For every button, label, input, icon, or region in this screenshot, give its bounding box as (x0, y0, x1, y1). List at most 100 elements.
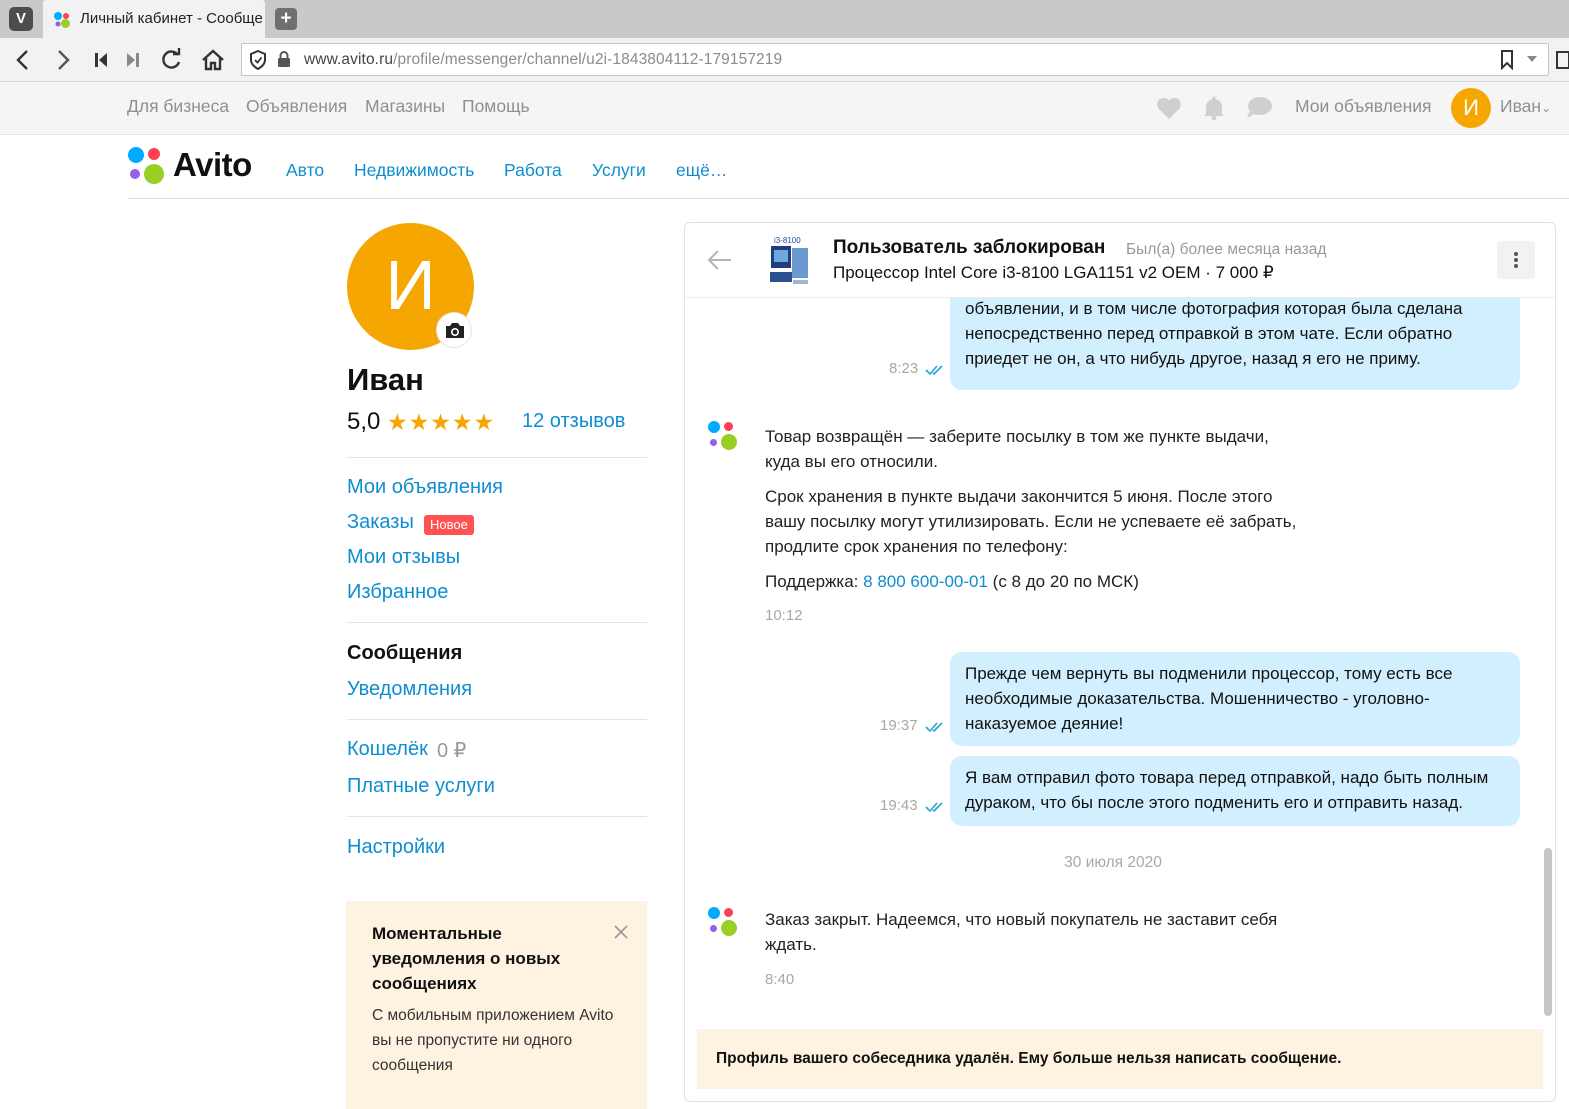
camera-icon (446, 323, 464, 338)
outgoing-message: объявлении, и в том числе фотография кот… (950, 298, 1520, 390)
message-time: 10:12 (765, 607, 803, 624)
message-line: вашу посылку могут утилизировать. Если н… (765, 512, 1297, 531)
browser-tab-bar: V Личный кабинет - Сообще + (0, 0, 1569, 38)
divider (347, 719, 647, 720)
support-phone-link[interactable]: 8 800 600-00-01 (863, 572, 988, 591)
lock-icon (278, 51, 290, 67)
bell-icon[interactable] (1200, 95, 1228, 121)
avito-logo[interactable]: Avito (127, 146, 262, 186)
divider (347, 622, 647, 623)
browser-nav-bar: www.avito.ru/profile/messenger/channel/u… (0, 38, 1569, 82)
message-time: 8:23 (889, 360, 919, 377)
sidebar-item-paid-services[interactable]: Платные услуги (347, 775, 495, 798)
chat-panel: i3-8100 Пользователь заблокирован Был(а)… (684, 222, 1556, 1102)
message-list: объявлении, и в том числе фотография кот… (685, 298, 1555, 1028)
star-icon: ★ (473, 409, 495, 435)
star-icon: ★ (451, 409, 473, 435)
link-shops[interactable]: Магазины (365, 96, 445, 117)
close-icon[interactable] (612, 923, 630, 941)
bookmark-icon[interactable] (1500, 50, 1514, 70)
system-message: Товар возвращён — заберите посылку в том… (765, 424, 1296, 594)
scrollbar[interactable] (1544, 848, 1552, 1016)
double-check-icon (925, 722, 943, 733)
category-auto[interactable]: Авто (286, 160, 324, 181)
new-badge: Новое (424, 515, 474, 535)
double-check-icon (925, 365, 943, 376)
rating-value: 5,0 (347, 408, 381, 435)
link-ads[interactable]: Объявления (246, 96, 347, 117)
sidebar-item-orders[interactable]: Заказы (347, 511, 414, 534)
header-divider (127, 198, 1569, 199)
logo-text: Avito (173, 146, 252, 183)
change-photo-button[interactable] (436, 312, 472, 348)
message-time: 8:40 (765, 971, 795, 988)
avito-logo-icon (128, 147, 164, 184)
category-realty[interactable]: Недвижимость (354, 160, 474, 181)
star-icon: ★ (408, 409, 430, 435)
link-for-business[interactable]: Для бизнеса (127, 96, 229, 117)
item-thumbnail[interactable]: i3-8100 (765, 234, 813, 286)
profile-name: Иван (347, 362, 424, 397)
browser-tab[interactable]: Личный кабинет - Сообще (43, 0, 265, 38)
message-line: Товар возвращён — заберите посылку в том… (765, 427, 1269, 446)
category-more[interactable]: ещё… (676, 160, 727, 181)
date-separator: 30 июля 2020 (1064, 854, 1162, 871)
divider (347, 816, 647, 817)
category-jobs[interactable]: Работа (504, 160, 562, 181)
sidebar-item-messages[interactable]: Сообщения (347, 642, 462, 665)
back-icon[interactable] (8, 45, 38, 75)
blocked-notice: Профиль вашего собеседника удалён. Ему б… (697, 1029, 1543, 1089)
avatar[interactable]: И (1451, 88, 1491, 128)
message-time: 19:37 (880, 717, 918, 734)
chat-bubble-icon[interactable] (1245, 95, 1273, 121)
message-time: 19:43 (880, 797, 918, 814)
sidebar-item-my-ads[interactable]: Мои объявления (347, 476, 503, 499)
outgoing-message: Я вам отправил фото товара перед отправк… (950, 756, 1520, 826)
address-bar[interactable]: www.avito.ru/profile/messenger/channel/u… (241, 43, 1549, 76)
system-message: Заказ закрыт. Надеемся, что новый покупа… (765, 907, 1277, 957)
heart-icon[interactable] (1155, 95, 1183, 121)
link-help[interactable]: Помощь (462, 96, 530, 117)
message-line: куда вы его относили. (765, 452, 938, 471)
url-text[interactable]: www.avito.ru/profile/messenger/channel/u… (304, 51, 782, 69)
panel-toggle-icon[interactable] (1555, 46, 1569, 74)
reload-icon[interactable] (156, 45, 186, 75)
avito-logo-icon (708, 907, 737, 936)
shield-icon[interactable] (249, 50, 267, 70)
arrow-left-icon[interactable] (707, 249, 733, 271)
message-line: Прежде чем вернуть вы подменили процессо… (965, 664, 1453, 683)
wallet-balance: 0 ₽ (437, 740, 467, 762)
support-line: Поддержка: 8 800 600-00-01 (с 8 до 20 по… (765, 569, 1296, 594)
chat-item-title[interactable]: Процессор Intel Core i3-8100 LGA1151 v2 … (833, 263, 1274, 283)
message-line: Я вам отправил фото товара перед отправк… (965, 768, 1489, 787)
chevron-down-icon[interactable] (1526, 55, 1538, 63)
sidebar-item-my-reviews[interactable]: Мои отзывы (347, 546, 460, 569)
sidebar-item-notifications[interactable]: Уведомления (347, 678, 472, 701)
sidebar-item-settings[interactable]: Настройки (347, 836, 445, 859)
first-icon[interactable] (86, 45, 116, 75)
last-icon[interactable] (118, 45, 148, 75)
message-line: необходимые доказательства. Мошенничеств… (965, 689, 1430, 708)
vivaldi-icon[interactable]: V (9, 7, 33, 31)
avito-top-bar: Для бизнеса Объявления Магазины Помощь М… (0, 82, 1569, 135)
category-services[interactable]: Услуги (592, 160, 646, 181)
tab-title: Личный кабинет - Сообще (80, 10, 263, 27)
more-vertical-icon[interactable] (1497, 241, 1535, 279)
support-hours: (с 8 до 20 по МСК) (992, 572, 1139, 591)
message-line: Заказ закрыт. Надеемся, что новый покупа… (765, 910, 1278, 929)
blocked-notice-text: Профиль вашего собеседника удалён. Ему б… (716, 1050, 1342, 1067)
my-ads-top-link[interactable]: Мои объявления (1295, 96, 1432, 117)
forward-icon[interactable] (48, 45, 78, 75)
home-icon[interactable] (198, 45, 228, 75)
reviews-link[interactable]: 12 отзывов (522, 410, 625, 433)
sidebar-item-favorites[interactable]: Избранное (347, 581, 448, 604)
new-tab-icon[interactable]: + (275, 8, 297, 30)
promo-title: Моментальные уведомления о новых сообщен… (372, 924, 561, 993)
last-seen: Был(а) более месяца назад (1126, 241, 1327, 258)
divider (347, 457, 647, 458)
message-line: Срок хранения в пункте выдачи закончится… (765, 487, 1273, 506)
username-menu[interactable]: Иван⌄ (1500, 96, 1551, 117)
promo-text: С мобильным приложением Avito вы не проп… (372, 1007, 614, 1074)
sidebar-item-wallet[interactable]: Кошелёк (347, 738, 428, 761)
outgoing-message: Прежде чем вернуть вы подменили процессо… (950, 652, 1520, 746)
